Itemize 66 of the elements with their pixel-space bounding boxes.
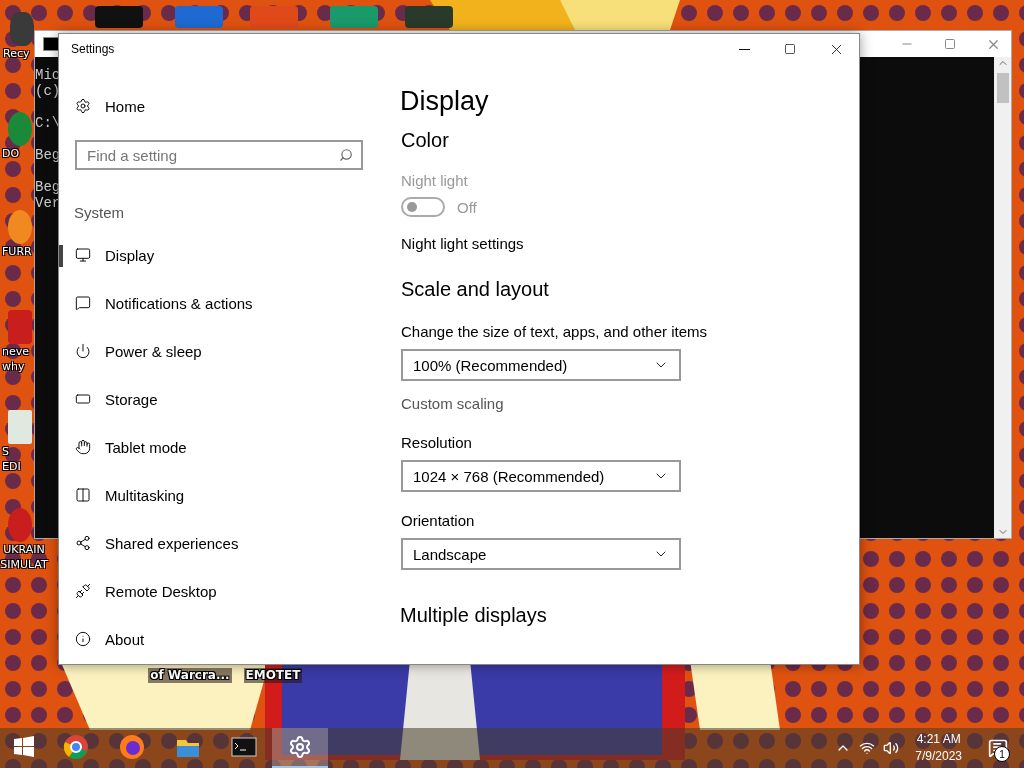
desktop-icon-label[interactable]: UKRAIN SIMULAT [0, 542, 48, 572]
nav-item[interactable]: Multitasking [75, 486, 185, 504]
console-text: C:\ [35, 115, 61, 131]
setting-label: Night light [401, 172, 469, 189]
plug-icon [75, 583, 91, 599]
notification-button[interactable]: 1 [978, 728, 1018, 768]
taskbar-app[interactable] [272, 728, 328, 768]
desktop-icon-label[interactable]: S EDI [0, 444, 21, 474]
setting-label: Change the size of text, apps, and other items [401, 323, 708, 340]
settings-icon [288, 735, 312, 759]
setting-label: Orientation [401, 512, 476, 529]
nav-item[interactable]: Power & sleep [75, 342, 202, 360]
home-link[interactable]: Home [75, 97, 145, 115]
orientation-dropdown[interactable]: Landscape [401, 538, 681, 570]
start-icon [11, 734, 37, 760]
desktop-icon-label[interactable]: EMOTET [243, 668, 303, 683]
browser-icon [63, 734, 89, 760]
resolution-dropdown[interactable]: 1024 × 768 (Recommended) [401, 460, 681, 492]
power-icon [75, 343, 91, 359]
monitor-icon [75, 247, 91, 263]
scrollbar-thumb[interactable] [996, 73, 1009, 103]
desktop-icon-label[interactable]: DO [0, 146, 20, 161]
nav-item[interactable]: Tablet mode [75, 438, 187, 456]
section-label: System [73, 203, 125, 223]
nav-item[interactable]: Shared experiences [75, 534, 239, 552]
terminal-icon [231, 734, 257, 760]
console-text: Mic [35, 67, 61, 83]
window-icon [75, 487, 91, 503]
scrollbar[interactable] [994, 57, 1011, 538]
settings-icon [75, 98, 91, 114]
volume-icon[interactable] [883, 740, 900, 756]
section-heading: Multiple displays [400, 604, 548, 627]
custom-scaling-link[interactable]: Custom scaling [401, 395, 859, 412]
desktop-icon-label[interactable]: of Warcra... [148, 668, 232, 683]
share-icon [75, 535, 91, 551]
nav-item[interactable]: Notifications & actions [75, 294, 253, 312]
nav-item[interactable]: About [75, 630, 145, 648]
browser-icon [119, 734, 145, 760]
info-icon [75, 631, 91, 647]
clock[interactable]: 4:21 AM 7/9/2023 [907, 731, 970, 765]
search-icon [339, 148, 353, 162]
hand-icon [75, 439, 91, 455]
nav-item[interactable]: Display [75, 246, 155, 264]
minimize-icon [738, 48, 750, 50]
maximize-icon[interactable] [944, 38, 956, 50]
night-light-settings-link[interactable]: Night light settings [401, 235, 859, 252]
maximize-icon [784, 43, 796, 55]
section-heading: Color [401, 129, 450, 152]
console-text: (c) [35, 83, 61, 99]
toggle-state: Off [457, 198, 477, 216]
storage-icon [75, 391, 91, 407]
section-heading: Scale and layout [401, 278, 550, 301]
page-title: Display [400, 86, 490, 117]
nav-item[interactable]: Storage [75, 390, 158, 408]
console-text: Ver [35, 195, 61, 211]
speech-bubble-icon [75, 295, 91, 311]
desktop-icon-label[interactable]: Recy [0, 46, 30, 61]
desktop-icon-label[interactable]: FURR [0, 244, 32, 259]
window-title: Settings [71, 42, 116, 56]
notification-icon [988, 738, 1008, 758]
setting-label: Resolution [401, 434, 473, 451]
scale-dropdown[interactable]: 100% (Recommended) [401, 349, 681, 381]
search-field[interactable]: Find a setting [75, 140, 363, 170]
network-icon[interactable] [859, 740, 876, 756]
nav-item[interactable]: Remote Desktop [75, 582, 217, 600]
app-icon[interactable] [10, 12, 34, 46]
